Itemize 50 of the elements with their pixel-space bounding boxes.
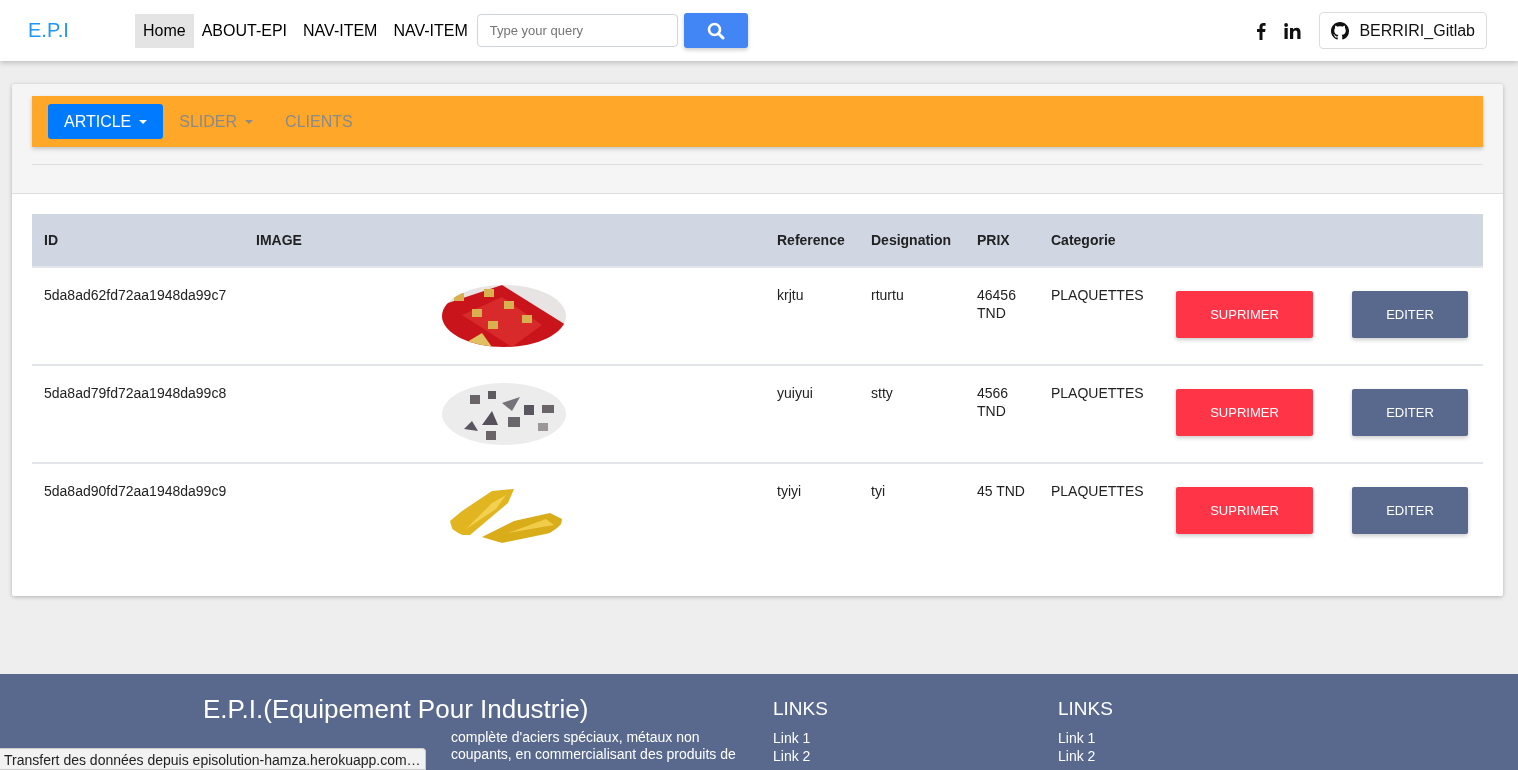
table-cell: 45 TND	[965, 463, 1039, 561]
table-cell: yuiyui	[765, 365, 859, 463]
edit-button[interactable]: EDITER	[1352, 389, 1468, 436]
table-cell: 5da8ad90fd72aa1948da99c9	[32, 463, 244, 561]
linkedin-icon[interactable]	[1284, 22, 1302, 39]
links-heading: LINKS	[773, 698, 828, 720]
table-cell: 5da8ad79fd72aa1948da99c8	[32, 365, 244, 463]
footer-text: coupants, en commercialisant des produits de	[451, 746, 736, 763]
facebook-icon[interactable]	[1256, 21, 1267, 40]
table-cell: 46456 TND	[965, 267, 1039, 365]
table-cell: 4566 TND	[965, 365, 1039, 463]
edit-button[interactable]: EDITER	[1352, 487, 1468, 534]
search-icon	[706, 21, 725, 40]
column-header: IMAGE	[244, 214, 765, 267]
table-cell: PLAQUETTES	[1039, 365, 1164, 463]
gitlab-button[interactable]: BERRIRI_Gitlab	[1319, 12, 1487, 49]
search-button[interactable]	[683, 13, 748, 48]
footer-text: complète d'aciers spéciaux, métaux non	[451, 729, 700, 746]
table-cell: stty	[859, 365, 965, 463]
column-header: Reference	[765, 214, 859, 267]
nav-link[interactable]: NAV-ITEM	[295, 13, 386, 48]
column-header: Categorie	[1039, 214, 1164, 267]
nav-link[interactable]: ABOUT-EPI	[193, 13, 296, 48]
brand-link[interactable]: E.P.I	[28, 19, 135, 42]
delete-button[interactable]: SUPRIMER	[1176, 291, 1313, 338]
links-heading: LINKS	[1058, 698, 1113, 720]
search-field[interactable]: Type your query	[476, 14, 678, 47]
footer-link[interactable]: Link 1	[1058, 729, 1096, 747]
table-cell: rturtu	[859, 267, 965, 365]
tab[interactable]: ARTICLE	[48, 104, 164, 139]
nav-link[interactable]: Home	[135, 13, 194, 48]
table-cell: PLAQUETTES	[1039, 463, 1164, 561]
table-cell: tyi	[859, 463, 965, 561]
github-icon	[1331, 21, 1350, 40]
status-bar: Transfert des données depuis episolution-hamza.herokuapp.com…	[0, 748, 426, 770]
edit-button[interactable]: EDITER	[1352, 291, 1468, 338]
table-cell: krjtu	[765, 267, 859, 365]
delete-button[interactable]: SUPRIMER	[1176, 389, 1313, 436]
table-cell: PLAQUETTES	[1039, 267, 1164, 365]
footer-link[interactable]: Link 2	[773, 747, 811, 765]
footer-link[interactable]: Link 2	[1058, 747, 1096, 765]
footer-title: E.P.I.(Equipement Pour Industrie)	[203, 694, 590, 725]
footer-link[interactable]: Link 1	[773, 729, 811, 747]
nav-link[interactable]: NAV-ITEM	[385, 13, 476, 48]
table-cell: 5da8ad62fd72aa1948da99c7	[32, 267, 244, 365]
table-cell: tyiyi	[765, 463, 859, 561]
column-header: ID	[32, 214, 244, 267]
column-header: Designation	[859, 214, 965, 267]
column-header: PRIX	[965, 214, 1039, 267]
delete-button[interactable]: SUPRIMER	[1176, 487, 1313, 534]
